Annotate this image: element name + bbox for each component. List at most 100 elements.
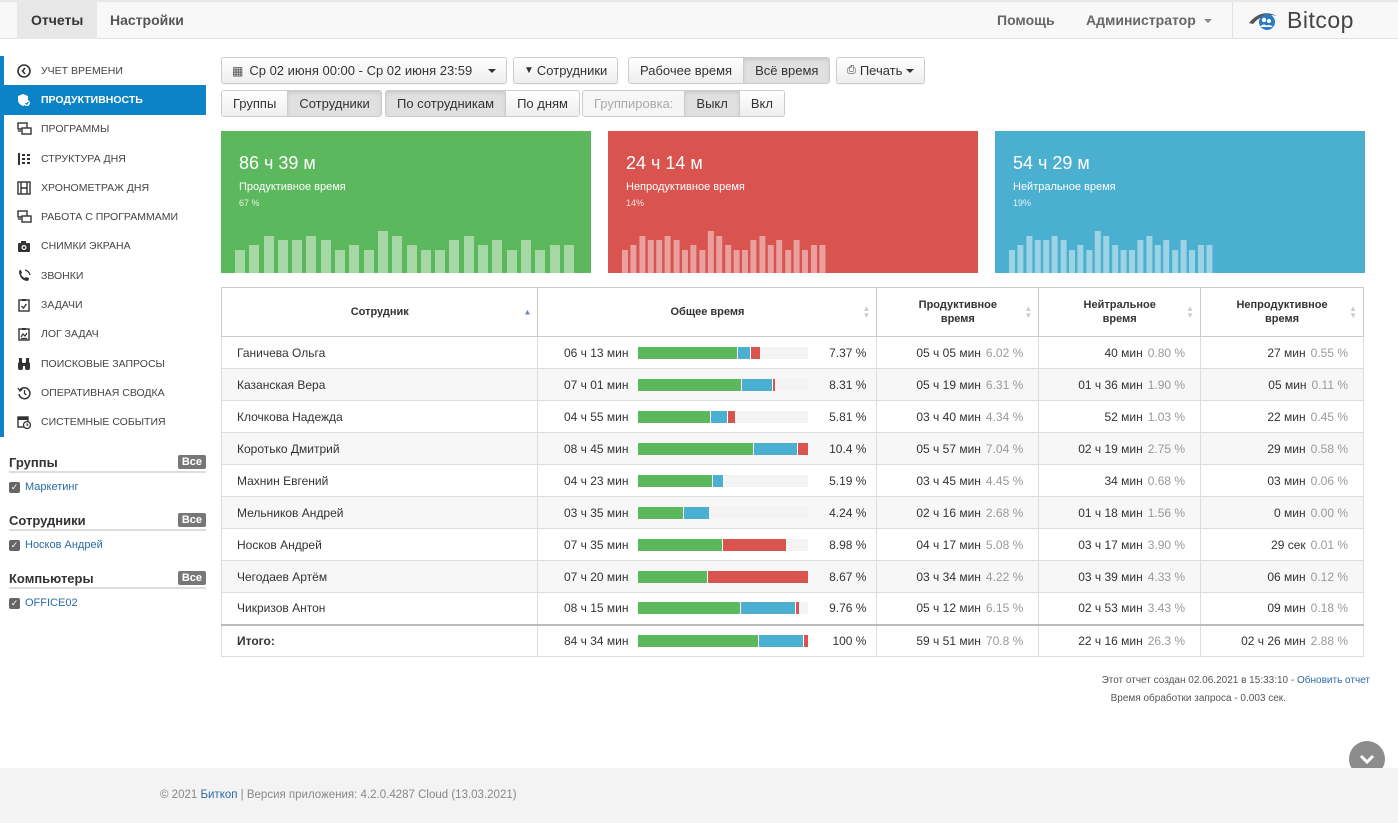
select-all-button[interactable]: Все: [177, 455, 206, 469]
total-time: 07 ч 35 мин: [563, 537, 629, 552]
col-unproductive[interactable]: Непродуктивное время ▲ ▼: [1200, 287, 1364, 337]
employees-button[interactable]: Сотрудники: [288, 91, 381, 116]
select-all-button[interactable]: Все: [177, 513, 206, 527]
neutral-cell: 01 ч 18 мин 1.56 %: [1038, 496, 1202, 529]
neutral-segment: [682, 506, 709, 519]
employee-name-text: Итого:: [237, 633, 275, 648]
select-all-button[interactable]: Все: [177, 571, 206, 585]
by-days-button[interactable]: По дням: [506, 91, 579, 116]
sidebar-item-1[interactable]: Продуктивность: [0, 85, 206, 115]
employee-name[interactable]: Махнин Евгений: [220, 464, 539, 497]
table-row: Казанская Вера 07 ч 01 мин 8.31 % 05 ч 19 м…: [220, 368, 1364, 401]
sidebar-item-6[interactable]: Снимки экрана: [0, 231, 206, 262]
refresh-report-link[interactable]: Обновить отчет: [1297, 675, 1370, 686]
help-link[interactable]: Помощь: [997, 2, 1055, 38]
sidebar-item-12[interactable]: Системные события: [0, 407, 206, 437]
total-percent: 8.98 %: [829, 537, 867, 552]
employee-name[interactable]: Чикризов Антон: [220, 592, 539, 625]
neutral-time: 02 ч 19 мин: [1078, 441, 1143, 456]
brand-logo: Bitcop: [1232, 2, 1398, 39]
sparkline-bar: [630, 245, 637, 273]
filter-item-label[interactable]: Маркетинг: [25, 481, 78, 493]
sparkline-bar: [819, 245, 826, 273]
sidebar-item-5[interactable]: Работа с программами: [0, 202, 206, 232]
employee-name-text: Клочкова Надежда: [237, 409, 343, 424]
col-total[interactable]: Общее время ▲ ▼: [537, 287, 878, 337]
productive-cell: 04 ч 17 мин 5.08 %: [876, 528, 1040, 561]
productive-segment: [638, 602, 740, 615]
employees-filter-button[interactable]: ▼ Сотрудники: [513, 57, 619, 84]
sparkline-bar: [776, 240, 783, 273]
col-neutral-label: Нейтральное время: [1083, 299, 1156, 325]
checkbox-checked-icon[interactable]: ✓: [9, 481, 20, 493]
sidebar-item-4[interactable]: Хронометраж дня: [0, 173, 206, 203]
productivity-table: Сотрудник ▲ Общее время ▲ ▼ Продуктивное вр…: [220, 287, 1364, 657]
total-percent: 8.67 %: [829, 569, 867, 584]
employee-name[interactable]: Коротько Дмитрий: [220, 432, 539, 465]
col-employee[interactable]: Сотрудник ▲: [220, 287, 539, 337]
caret-down-icon: [488, 68, 496, 73]
unproductive-percent: 0.12 %: [1310, 569, 1348, 584]
sidebar-item-2[interactable]: Программы: [0, 114, 206, 144]
brand-link[interactable]: Биткоп: [200, 789, 237, 801]
tab-settings[interactable]: Настройки: [96, 2, 198, 39]
grouping-on-button[interactable]: Вкл: [739, 91, 784, 116]
sparkline-bar: [767, 245, 774, 273]
sidebar-item-8[interactable]: Задачи: [0, 290, 206, 320]
employee-name[interactable]: Чегодаев Артём: [220, 560, 539, 593]
sidebar-item-11[interactable]: Оперативная сводка: [0, 378, 206, 408]
user-name: Администратор: [1086, 12, 1196, 28]
neutral-percent: 26.3 %: [1147, 633, 1186, 648]
checkbox-checked-icon[interactable]: ✓: [9, 539, 20, 551]
sparkline-bar: [622, 249, 628, 273]
employee-name[interactable]: Носков Андрей: [220, 528, 539, 561]
all-time-button[interactable]: Всё время: [744, 58, 830, 83]
col-productive[interactable]: Продуктивное время ▲ ▼: [876, 287, 1040, 337]
date-range-picker[interactable]: ▦ Ср 02 июня 00:00 - Ср 02 июня 23:59: [221, 57, 507, 84]
productive-percent: 4.34 %: [985, 409, 1024, 424]
sidebar-item-0[interactable]: Учет времени: [0, 56, 206, 86]
total-percent: 100 %: [832, 633, 867, 648]
sort-icon: ▲ ▼: [1024, 304, 1033, 320]
sidebar-item-3[interactable]: Структура дня: [0, 143, 206, 174]
sidebar-item-7[interactable]: Звонки: [0, 261, 206, 291]
filter-item[interactable]: ✓ Носков Андрей: [9, 539, 206, 551]
unproductive-percent: 0.00 %: [1310, 505, 1348, 520]
sidebar-item-10[interactable]: Поисковые запросы: [0, 348, 206, 379]
productive-percent: 5.08 %: [985, 537, 1024, 552]
sparkline-bar: [639, 235, 646, 273]
groups-button[interactable]: Группы: [222, 91, 289, 116]
col-neutral[interactable]: Нейтральное время ▲ ▼: [1038, 287, 1202, 337]
sidebar-item-label: Структура дня: [41, 152, 126, 165]
sparkline-bar: [306, 235, 317, 273]
sparkline-bar: [435, 249, 446, 273]
table-row: Коротько Дмитрий 08 ч 45 мин 10.4 % 05 ч 57…: [220, 432, 1364, 465]
filter-item-label[interactable]: Носков Андрей: [25, 539, 103, 551]
sparkline-bar: [724, 245, 731, 273]
productive-segment: [638, 634, 759, 647]
grouping-off-button[interactable]: Выкл: [685, 91, 740, 116]
sidebar-item-label: Программы: [41, 123, 110, 136]
report-created-text: Этот отчет создан 02.06.2021 в 15:33:10 …: [1101, 675, 1297, 686]
employee-name[interactable]: Клочкова Надежда: [220, 400, 539, 433]
tab-reports[interactable]: Отчеты: [17, 2, 98, 39]
filter-item[interactable]: ✓ OFFICE02: [9, 597, 206, 609]
filter-item-label[interactable]: OFFICE02: [25, 597, 78, 609]
sidebar-item-9[interactable]: Лог задач: [0, 319, 206, 349]
productive-time-card: 86 ч 39 м Продуктивное время 67 %: [221, 131, 591, 273]
user-menu[interactable]: Администратор: [1086, 2, 1212, 38]
time-distribution-bar: [638, 442, 809, 455]
time-mode-toggle: Рабочее время Всё время: [628, 57, 831, 84]
working-time-button[interactable]: Рабочее время: [629, 58, 745, 83]
employee-name[interactable]: Казанская Вера: [220, 368, 539, 401]
employee-name[interactable]: Мельников Андрей: [220, 496, 539, 529]
phone-icon: [16, 268, 32, 284]
print-button[interactable]: ⎙ Печать: [836, 57, 926, 84]
filter-item[interactable]: ✓ Маркетинг: [9, 481, 206, 493]
checkbox-checked-icon[interactable]: ✓: [9, 597, 20, 609]
neutral-percent: 1.03 %: [1147, 409, 1186, 424]
sparkline-bar: [463, 235, 474, 273]
binoculars-icon: [16, 356, 32, 372]
employee-name[interactable]: Ганичева Ольга: [220, 336, 539, 369]
by-employees-button[interactable]: По сотрудникам: [386, 91, 507, 116]
